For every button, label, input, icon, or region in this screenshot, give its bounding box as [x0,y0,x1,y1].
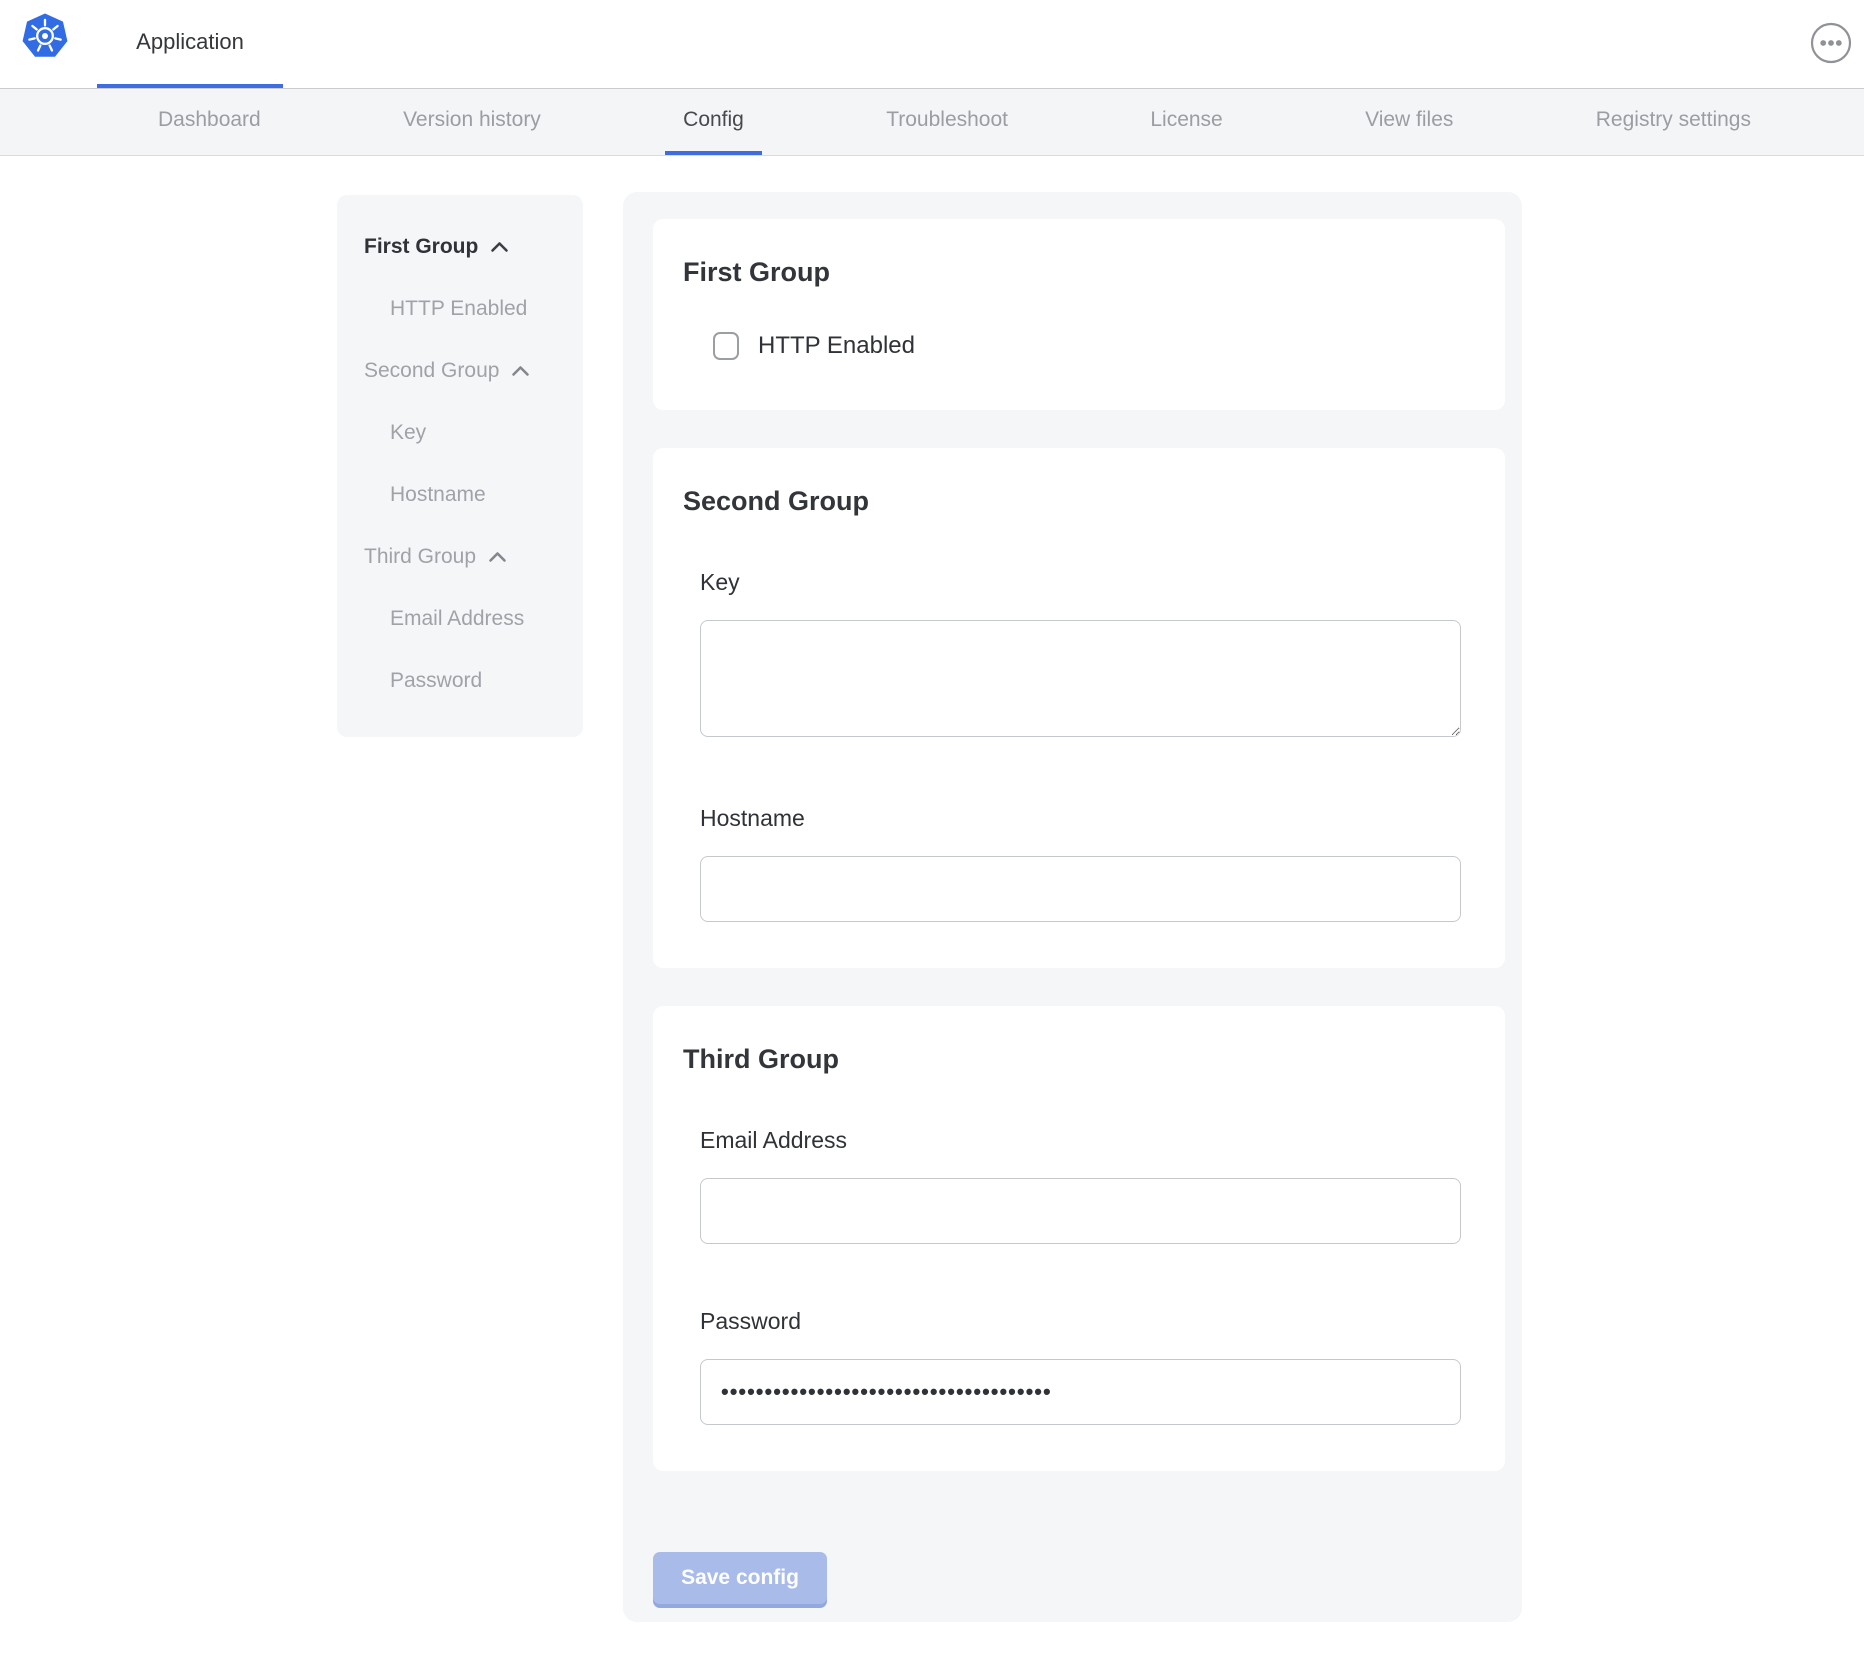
sidebar-item-label: Second Group [364,359,499,383]
chevron-up-icon [511,365,530,377]
key-textarea[interactable] [700,620,1461,737]
config-outline-sidebar: First Group HTTP Enabled Second Group Ke… [337,195,583,737]
password-field: Password [700,1308,1461,1425]
key-field: Key [700,569,1461,737]
tab-license[interactable]: License [1132,89,1240,155]
application-tab[interactable]: Application [97,0,283,88]
email-address-input[interactable] [700,1178,1461,1244]
config-group-second-group: Second Group Key Hostname [653,448,1505,968]
config-form-panel: First Group HTTP Enabled Second Group Ke… [623,192,1522,1622]
password-label: Password [700,1308,1461,1335]
app-header: Application [0,0,1864,88]
key-label: Key [700,569,1461,596]
sidebar-item-label: First Group [364,235,478,259]
sidebar-item-label: HTTP Enabled [390,297,527,321]
save-config-button[interactable]: Save config [653,1552,827,1604]
tab-dashboard[interactable]: Dashboard [140,89,279,155]
group-title: Second Group [683,486,1461,517]
sidebar-item-label: Key [390,421,426,445]
ellipsis-menu-icon[interactable] [1810,22,1852,64]
hostname-input[interactable] [700,856,1461,922]
group-title: First Group [683,257,1461,288]
sidebar-item-hostname[interactable]: Hostname [364,483,565,507]
sidebar-item-label: Third Group [364,545,476,569]
sidebar-item-label: Password [390,669,482,693]
sidebar-item-email-address[interactable]: Email Address [364,607,565,631]
sidebar-item-second-group[interactable]: Second Group [364,359,565,383]
sidebar-item-first-group[interactable]: First Group [364,235,565,259]
config-group-first-group: First Group HTTP Enabled [653,219,1505,410]
email-address-label: Email Address [700,1127,1461,1154]
chevron-up-icon [490,241,509,253]
sidebar-item-password[interactable]: Password [364,669,565,693]
http-enabled-label: HTTP Enabled [758,332,915,360]
tab-registry-settings[interactable]: Registry settings [1578,89,1769,155]
sidebar-item-label: Email Address [390,607,524,631]
hostname-field: Hostname [700,805,1461,922]
http-enabled-checkbox[interactable] [713,332,739,360]
sidebar-item-key[interactable]: Key [364,421,565,445]
config-group-third-group: Third Group Email Address Password [653,1006,1505,1471]
email-address-field: Email Address [700,1127,1461,1244]
group-title: Third Group [683,1044,1461,1075]
app-nav-tabbar: Dashboard Version history Config Trouble… [0,88,1864,156]
tab-config[interactable]: Config [665,89,762,155]
chevron-up-icon [488,551,507,563]
tab-troubleshoot[interactable]: Troubleshoot [868,89,1026,155]
sidebar-item-third-group[interactable]: Third Group [364,545,565,569]
hostname-label: Hostname [700,805,1461,832]
http-enabled-field: HTTP Enabled [713,332,1461,360]
tab-view-files[interactable]: View files [1347,89,1471,155]
sidebar-item-label: Hostname [390,483,486,507]
kubernetes-logo-icon [22,11,68,61]
sidebar-item-http-enabled[interactable]: HTTP Enabled [364,297,565,321]
tab-version-history[interactable]: Version history [385,89,559,155]
password-input[interactable] [700,1359,1461,1425]
